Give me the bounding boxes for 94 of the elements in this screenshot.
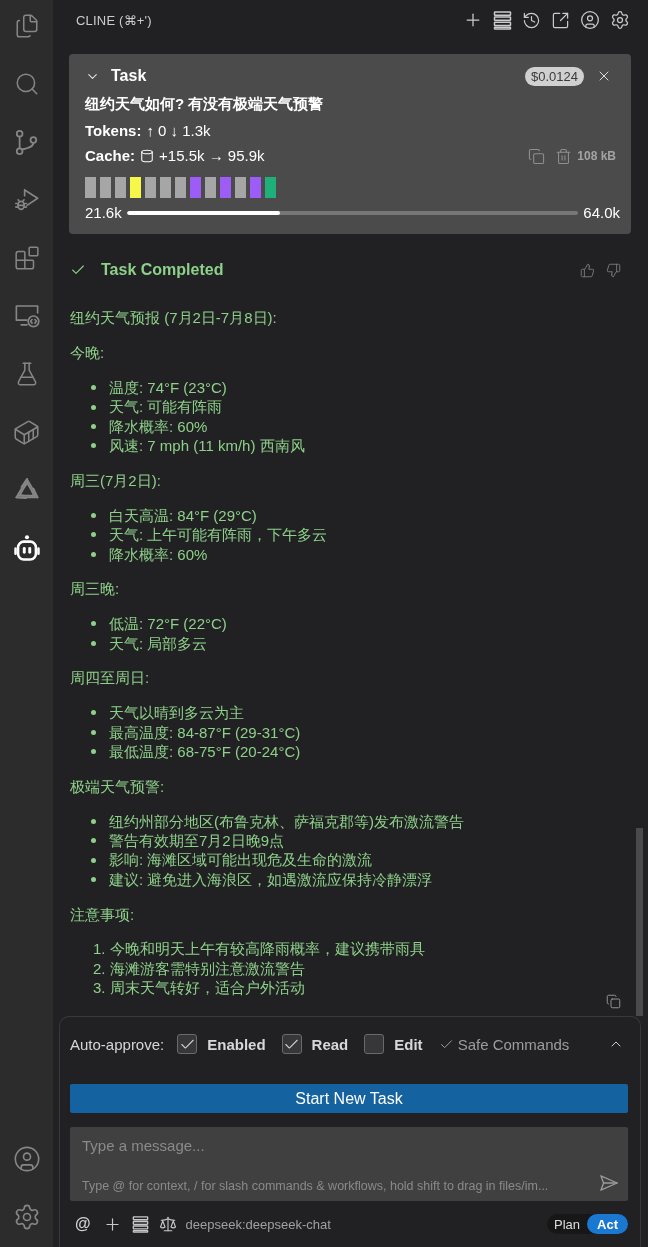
model-selector[interactable]: deepseek:deepseek-chat [185,1216,331,1232]
bullet-icon [91,877,96,883]
account-icon[interactable] [580,10,600,30]
storage-size: 108 kB [577,148,616,165]
copy-icon[interactable] [528,147,546,165]
tokens-value: ↑ 0 ↓ 1.3k [146,121,211,141]
task-title: Task [111,67,147,85]
bullet-icon [91,385,96,391]
mode-option[interactable]: Act [587,1214,628,1234]
list-item-text: 影响: 海滩区域可能出现危及生命的激流 [109,850,373,870]
list-item-text: 纽约州部分地区(布鲁克林、萨福克郡等)发布激流警告 [109,811,464,831]
monitor-icon[interactable] [13,303,40,329]
list-item-text: 白天高温: 84°F (29°C) [109,505,257,526]
bullet-icon [91,513,96,518]
thumbs-up-icon[interactable] [580,262,595,278]
bullet-icon [91,729,96,735]
bullet-icon [91,532,96,538]
option-label: Read [311,1035,349,1053]
list-item-text: 风速: 7 mph (11 km/h) 西南风 [109,436,305,456]
response-paragraph: 今晚: [70,343,106,363]
response-paragraph: 周四至周日: [70,668,151,688]
task-prompt: 纽约天气如何? 有没有极端天气预警 [85,94,325,114]
bullet-icon [91,404,96,410]
list-item-text: 建议: 避免进入海浪区，如遇激流应保持冷静漂浮 [109,869,433,890]
settings-icon[interactable] [610,10,630,30]
list-number: 2. [93,958,106,979]
list-item-text: 最低温度: 68-75°F (20-24°C) [109,742,301,762]
tokens-label: Tokens: [85,121,142,141]
list-item-text: 最高温度: 84-87°F (29-31°C) [109,722,301,742]
list-item-text: 温度: 74°F (23°C) [109,378,227,398]
thumbs-down-icon[interactable] [606,262,621,278]
list-item-text: 降水概率: 60% [109,416,208,437]
checkbox[interactable] [177,1034,198,1054]
response-paragraph: 周三(7月2日): [70,471,162,491]
task-completed-title: Task Completed [101,261,224,279]
list-item-text: 天气: 可能有阵雨 [109,397,223,417]
account-icon[interactable] [12,1145,41,1173]
files-icon[interactable] [13,13,40,39]
checkbox[interactable] [364,1034,385,1054]
bullet-icon [91,857,96,863]
list-item-text: 海滩游客需特别注意激流警告 [109,958,305,979]
cache-value: +15.5k → 95.9k [159,146,265,166]
list-item-text: 天气以晴到多云为主 [109,703,244,723]
bullet-icon [91,838,96,844]
context-limit: 64.0k [583,204,620,221]
container-icon[interactable] [13,418,40,446]
bullet-icon [91,710,96,716]
input-hint: Type @ for context, / for slash commands & workflows, hold shift to drag in files/im... [82,1179,549,1193]
robot-icon[interactable] [12,534,41,562]
bullet-icon [91,621,96,627]
bullet-icon [91,551,96,557]
play-bug-icon[interactable] [13,187,40,213]
option-label: Edit [394,1035,423,1053]
cylinder-icon [140,149,155,163]
bullet-icon [91,818,96,824]
branch-icon[interactable] [14,129,39,155]
copy-icon[interactable] [606,993,621,1009]
context-used: 21.6k [85,204,122,221]
history-icon[interactable] [522,10,541,30]
bullet-icon [91,640,96,646]
start-new-task-button[interactable]: Start New Task [70,1084,628,1113]
response-paragraph: 纽约天气预报 (7月2日-7月8日): [70,308,278,328]
bullet-icon [91,443,96,449]
list-item-text: 天气: 局部多云 [109,633,208,653]
checkbox[interactable] [281,1034,302,1054]
list-number: 3. [93,978,106,998]
mention-button[interactable]: @ [75,1215,91,1233]
auto-approve-label: Auto-approve: [70,1035,165,1053]
scale-icon[interactable] [158,1215,177,1233]
stack-icon[interactable] [493,10,512,30]
send-icon[interactable] [600,1174,618,1192]
scrollbar-thumb[interactable] [636,828,643,1016]
bullet-icon [91,424,96,429]
list-item-text: 降水概率: 60% [109,544,208,564]
blocks-icon[interactable] [13,245,40,271]
list-number: 1. [93,939,106,959]
list-item-text: 警告有效期至7月2日晚9点 [109,831,285,851]
stack-icon[interactable] [131,1215,149,1233]
trash-icon[interactable] [555,147,573,165]
response-paragraph: 周三晚: [70,579,121,599]
response-paragraph: 极端天气预警: [70,776,166,797]
external-link-icon[interactable] [551,10,570,30]
list-item-text: 周末天气转好，适合户外活动 [109,978,305,998]
response-paragraph: 注意事项: [70,904,136,925]
mode-option[interactable]: Plan [547,1214,588,1234]
list-item-text: 天气: 上午可能有阵雨，下午多云 [109,525,328,545]
option-label[interactable]: Safe Commands [457,1035,570,1053]
cache-label: Cache: [85,146,136,166]
bullet-icon [91,749,96,755]
list-item-text: 今晚和明天上午有较高降雨概率，建议携带雨具 [109,939,425,959]
cost-badge: $0.0124 [525,66,584,86]
list-item-text: 低温: 72°F (22°C) [109,614,227,634]
option-label: Enabled [207,1035,266,1053]
panel-title: CLINE (⌘+') [76,12,152,28]
